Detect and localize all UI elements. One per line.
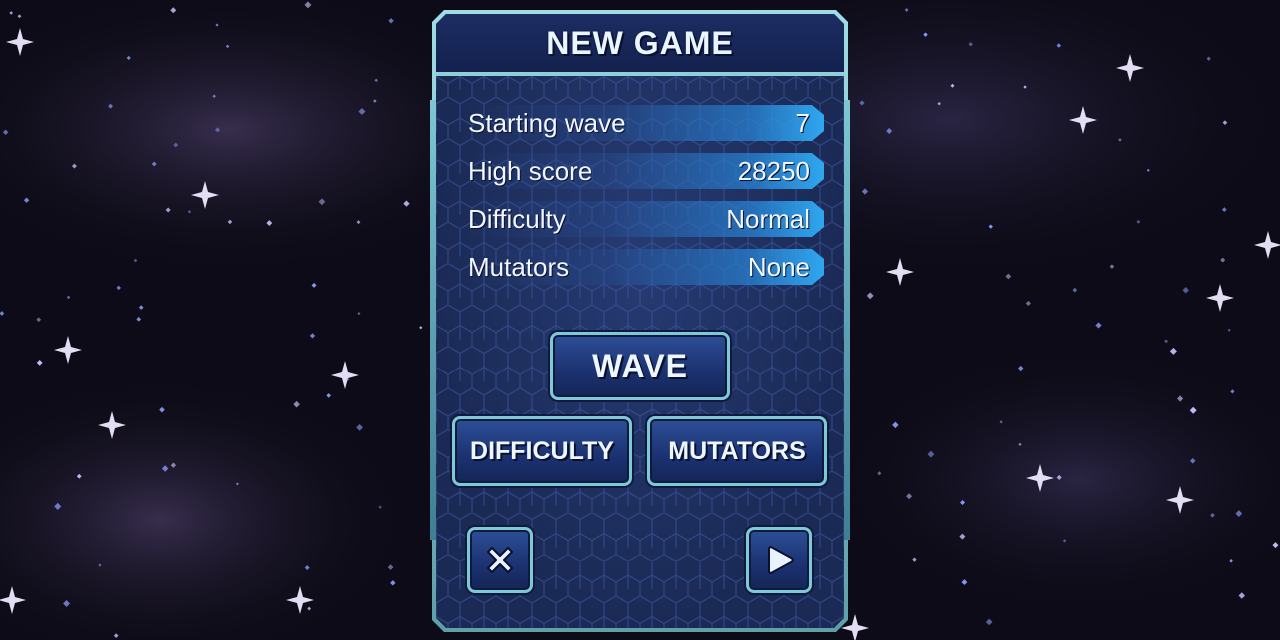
stat-label: Mutators [468,251,570,282]
difficulty-button[interactable]: DIFFICULTY [452,416,632,486]
stat-value: Normal [726,203,810,234]
stat-value: 28250 [737,155,810,186]
stat-row-starting-wave: Starting wave 7 [464,103,824,143]
stat-value: None [747,251,810,282]
wave-button[interactable]: WAVE [550,332,730,400]
dialog-title: NEW GAME [546,24,734,61]
mutators-button[interactable]: MUTATORS [647,416,827,486]
dialog-title-bar: NEW GAME [436,14,844,76]
stat-value: 7 [795,107,810,138]
stat-label: Difficulty [468,203,566,234]
new-game-dialog: NEW GAME Starting wave 7 High score 2825… [430,10,850,632]
dialog-rail-left [430,100,436,540]
close-button[interactable] [467,527,533,593]
stat-label: High score [468,155,593,186]
stat-row-mutators: Mutators None [464,247,824,287]
dialog-rail-right [844,100,850,540]
stat-row-difficulty: Difficulty Normal [464,199,824,239]
play-icon [768,546,794,574]
stat-label: Starting wave [468,107,626,138]
stat-row-high-score: High score 28250 [464,151,824,191]
play-button[interactable] [746,527,812,593]
close-icon [487,547,513,573]
